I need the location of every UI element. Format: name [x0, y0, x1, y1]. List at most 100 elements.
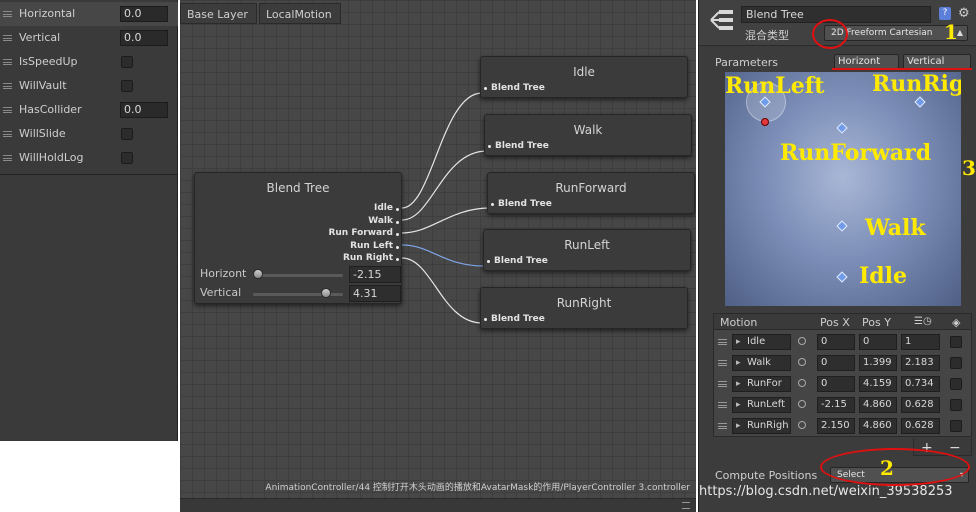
blend-point-idle[interactable]: [836, 271, 848, 283]
output-port-run-forward[interactable]: Run Forward: [328, 228, 399, 241]
table-row[interactable]: RunFor 0 4.159 0.734: [714, 374, 971, 395]
drag-handle-icon[interactable]: [3, 35, 12, 41]
mirror-checkbox[interactable]: [950, 357, 962, 369]
drag-handle-icon[interactable]: [3, 155, 12, 161]
speed-field[interactable]: 1: [901, 334, 940, 350]
pos-y-field[interactable]: 4.860: [859, 397, 897, 413]
param-float-field[interactable]: 0.0: [120, 6, 168, 22]
drag-handle-icon[interactable]: [718, 360, 727, 366]
motion-field[interactable]: RunRigh: [732, 418, 791, 434]
node-title: RunForward: [555, 181, 627, 195]
motion-node-walk[interactable]: Walk Blend Tree: [484, 114, 692, 156]
param-row-willholdlog[interactable]: WillHoldLog: [0, 146, 178, 170]
speed-field[interactable]: 0.734: [901, 376, 940, 392]
pos-y-field[interactable]: 1.399: [859, 355, 897, 371]
blend-point-runforward[interactable]: [836, 122, 848, 134]
object-picker-icon[interactable]: [798, 379, 806, 387]
output-port-run-right[interactable]: Run Right: [328, 253, 399, 266]
pos-y-field[interactable]: 4.159: [859, 376, 897, 392]
drag-handle-icon[interactable]: [3, 131, 12, 137]
motion-field[interactable]: Idle: [732, 334, 791, 350]
menu-icon[interactable]: [682, 502, 690, 509]
blend-point-walk[interactable]: [836, 220, 848, 232]
pos-y-field[interactable]: 4.860: [859, 418, 897, 434]
object-picker-icon[interactable]: [798, 421, 806, 429]
param-row-willslide[interactable]: WillSlide: [0, 122, 178, 146]
input-port[interactable]: Blend Tree: [491, 199, 552, 209]
pos-x-field[interactable]: 0: [817, 355, 855, 371]
drag-handle-icon[interactable]: [3, 11, 12, 17]
pos-x-field[interactable]: 0: [817, 376, 855, 392]
parameter-x-value: Horizont: [838, 56, 881, 67]
table-row[interactable]: RunRigh 2.150 4.860 0.628: [714, 416, 971, 437]
divider: [0, 174, 178, 175]
wire-runforward: [401, 207, 491, 234]
param-name: WillSlide: [19, 127, 66, 140]
param-row-horizontal[interactable]: Horizontal 0.0: [0, 2, 178, 26]
animator-graph[interactable]: Base Layer LocalMotion Blend Tree Idle W…: [180, 0, 696, 512]
param-row-isspeedup[interactable]: IsSpeedUp: [0, 50, 178, 74]
table-row[interactable]: RunLeft -2.15 4.860 0.628: [714, 395, 971, 416]
vertical-slider-thumb[interactable]: [321, 288, 331, 298]
vertical-value-field[interactable]: 4.31: [349, 285, 401, 302]
blend-space-view[interactable]: RunLeft RunRigh RunForward Walk Idle: [725, 72, 961, 306]
table-row[interactable]: Walk 0 1.399 2.183: [714, 353, 971, 374]
pos-x-field[interactable]: -2.15: [817, 397, 855, 413]
param-bool-checkbox[interactable]: [121, 128, 133, 140]
speed-field[interactable]: 0.628: [901, 397, 940, 413]
drag-handle-icon[interactable]: [718, 402, 727, 408]
pos-x-field[interactable]: 2.150: [817, 418, 855, 434]
param-float-field[interactable]: 0.0: [120, 30, 168, 46]
horizontal-slider-thumb[interactable]: [253, 269, 263, 279]
object-picker-icon[interactable]: [798, 400, 806, 408]
param-bool-checkbox[interactable]: [121, 80, 133, 92]
speed-field[interactable]: 0.628: [901, 418, 940, 434]
input-port[interactable]: Blend Tree: [484, 314, 545, 324]
parameter-y-dropdown[interactable]: Vertical: [903, 54, 971, 69]
input-port[interactable]: Blend Tree: [484, 83, 545, 93]
drag-handle-icon[interactable]: [718, 339, 727, 345]
param-bool-checkbox[interactable]: [121, 56, 133, 68]
drag-handle-icon[interactable]: [718, 423, 727, 429]
col-motion: Motion: [720, 316, 758, 329]
compute-positions-label: Compute Positions: [715, 469, 818, 482]
table-row[interactable]: Idle 0 0 1: [714, 332, 971, 353]
output-port-run-left[interactable]: Run Left: [328, 241, 399, 254]
drag-handle-icon[interactable]: [3, 107, 12, 113]
motion-field[interactable]: RunFor: [732, 376, 791, 392]
param-row-hascollider[interactable]: HasCollider 0.0: [0, 98, 178, 122]
blend-tree-node[interactable]: Blend Tree Idle Walk Run Forward Run Lef…: [194, 172, 402, 304]
mirror-checkbox[interactable]: [950, 336, 962, 348]
drag-handle-icon[interactable]: [3, 83, 12, 89]
horizontal-value-field[interactable]: -2.15: [349, 266, 401, 283]
motion-node-runforward[interactable]: RunForward Blend Tree: [487, 172, 695, 214]
blend-point-runright[interactable]: [914, 96, 926, 108]
object-picker-icon[interactable]: [798, 358, 806, 366]
slider-track[interactable]: [253, 274, 343, 277]
mirror-checkbox[interactable]: [950, 420, 962, 432]
param-row-vertical[interactable]: Vertical 0.0: [0, 26, 178, 50]
output-port-walk[interactable]: Walk: [328, 216, 399, 229]
motion-field[interactable]: Walk: [732, 355, 791, 371]
output-port-idle[interactable]: Idle: [328, 203, 399, 216]
motion-node-runleft[interactable]: RunLeft Blend Tree: [483, 229, 691, 271]
drag-handle-icon[interactable]: [718, 381, 727, 387]
pos-y-field[interactable]: 0: [859, 334, 897, 350]
input-port[interactable]: Blend Tree: [487, 256, 548, 266]
input-port[interactable]: Blend Tree: [488, 141, 549, 151]
parameter-x-dropdown[interactable]: Horizont: [834, 54, 899, 69]
motion-node-idle[interactable]: Idle Blend Tree: [480, 56, 688, 98]
help-icon[interactable]: ?: [939, 7, 951, 20]
param-row-willvault[interactable]: WillVault: [0, 74, 178, 98]
pos-x-field[interactable]: 0: [817, 334, 855, 350]
gear-icon[interactable]: ⚙: [958, 6, 970, 21]
drag-handle-icon[interactable]: [3, 59, 12, 65]
motion-field[interactable]: RunLeft: [732, 397, 791, 413]
mirror-checkbox[interactable]: [950, 378, 962, 390]
param-float-field[interactable]: 0.0: [120, 102, 168, 118]
mirror-checkbox[interactable]: [950, 399, 962, 411]
param-bool-checkbox[interactable]: [121, 152, 133, 164]
motion-node-runright[interactable]: RunRight Blend Tree: [480, 287, 688, 329]
object-picker-icon[interactable]: [798, 337, 806, 345]
speed-field[interactable]: 2.183: [901, 355, 940, 371]
